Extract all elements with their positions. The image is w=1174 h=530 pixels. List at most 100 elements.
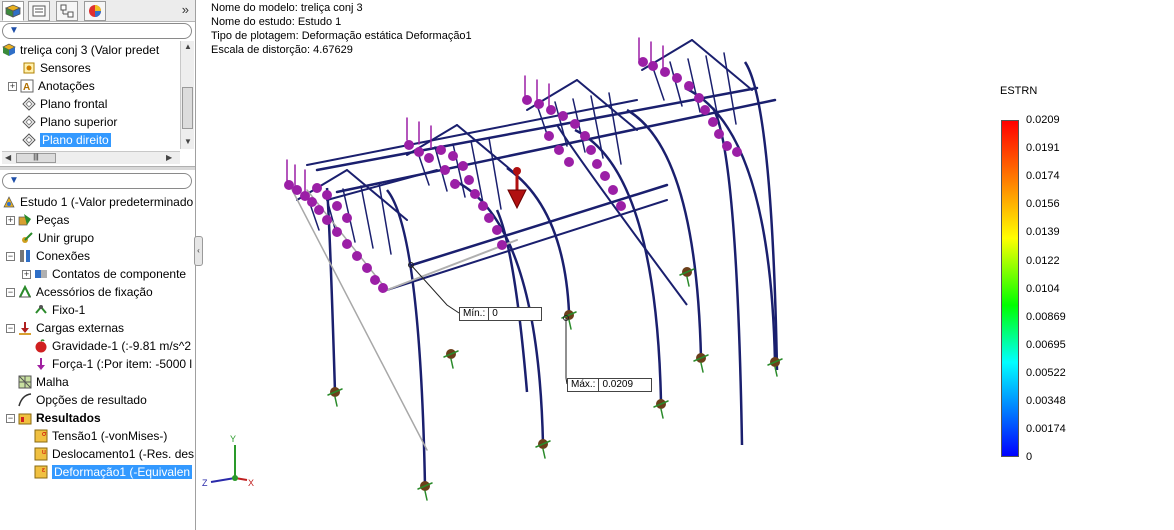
frame-column — [711, 107, 744, 446]
feature-manager-tab[interactable] — [2, 1, 24, 21]
tree-item-for-a-1-por-item-5000-l[interactable]: Força-1 (:Por item: -5000 l — [34, 355, 192, 373]
fixture-arrow — [568, 319, 572, 330]
fixture-arrow — [700, 362, 704, 373]
panel-splitter[interactable] — [0, 166, 195, 170]
load-marker — [660, 67, 670, 77]
study-tree-filter[interactable]: ▼ — [2, 173, 192, 189]
tree-item-label: Plano superior — [40, 115, 118, 129]
scroll-thumb[interactable] — [182, 87, 193, 129]
tree-item-label: Resultados — [36, 411, 101, 425]
load-marker — [312, 183, 322, 193]
svg-text:u: u — [42, 449, 46, 456]
web-member — [488, 137, 502, 210]
collapse-node-icon[interactable]: − — [6, 413, 15, 423]
load-marker — [342, 239, 352, 249]
load-marker — [370, 275, 380, 285]
expand-node-icon[interactable]: + — [6, 215, 15, 225]
tree-item-op-es-de-resultado[interactable]: Opções de resultado — [18, 391, 147, 409]
tree-item-plano-superior[interactable]: Plano superior — [22, 113, 117, 131]
tree-item-fixo-1[interactable]: Fixo-1 — [34, 301, 85, 319]
max-label: Máx.: — [568, 379, 600, 391]
model-tree-horizontal-scrollbar[interactable]: ◀ ||| ▶ — [2, 151, 180, 164]
tree-item-cargas-externas[interactable]: − Cargas externas — [6, 319, 124, 337]
tree-item-label: treliça conj 3 (Valor predet — [20, 43, 160, 57]
svg-text:σ: σ — [42, 431, 47, 438]
tree-item-treli-a-conj-3-valor-predet[interactable]: treliça conj 3 (Valor predet — [2, 41, 159, 59]
load-marker — [714, 129, 724, 139]
rafter — [576, 79, 638, 131]
collapse-node-icon[interactable]: − — [6, 251, 15, 261]
expand-node-icon[interactable]: + — [22, 269, 31, 279]
load-marker — [484, 213, 494, 223]
scroll-thumb-horizontal[interactable]: ||| — [16, 153, 56, 163]
load-marker — [700, 105, 710, 115]
scroll-right-icon[interactable]: ▶ — [166, 153, 172, 162]
scroll-up-icon[interactable]: ▲ — [184, 42, 192, 51]
tree-item-label: Malha — [36, 375, 69, 389]
load-marker — [684, 81, 694, 91]
tree-item-gravidade-1-9-81-m-s-2[interactable]: Gravidade-1 (:-9.81 m/s^2 — [34, 337, 191, 355]
collapse-node-icon[interactable]: − — [6, 287, 15, 297]
feature-tree-filter[interactable]: ▼ — [2, 23, 192, 39]
max-probe-label[interactable]: Máx.: 0.0209 — [567, 378, 653, 392]
tree-item-malha[interactable]: Malha — [18, 373, 69, 391]
svg-text:A: A — [23, 82, 30, 93]
load-marker — [616, 201, 626, 211]
model-tree-vertical-scrollbar[interactable]: ▲ ▼ — [180, 41, 194, 149]
legend-colorbar[interactable] — [1001, 120, 1019, 457]
scroll-left-icon[interactable]: ◀ — [5, 153, 11, 162]
tree-item-conex-es[interactable]: − Conexões — [6, 247, 90, 265]
frame-column — [386, 189, 427, 487]
scroll-down-icon[interactable]: ▼ — [184, 137, 192, 146]
tree-item-resultados[interactable]: − Resultados — [6, 409, 101, 427]
force-arrow-icon — [507, 167, 527, 210]
configuration-manager-tab[interactable] — [56, 1, 78, 21]
load-marker — [608, 185, 618, 195]
load-marker — [450, 179, 460, 189]
legend-tick-label: 0.00174 — [1026, 423, 1066, 436]
y-axis-label: Y — [230, 434, 236, 444]
load-marker — [492, 225, 502, 235]
tree-item-plano-direito[interactable]: Plano direito — [22, 131, 111, 149]
graphics-viewport[interactable]: Nome do modelo: treliça conj 3 Nome do e… — [197, 0, 1174, 530]
tree-item-sensores[interactable]: Sensores — [22, 59, 91, 77]
load-marker — [580, 131, 590, 141]
tree-item-unir-grupo[interactable]: Unir grupo — [20, 229, 94, 247]
tree-item-label: Deformação1 (-Equivalen — [52, 465, 193, 479]
tree-item-contatos-de-componente[interactable]: + Contatos de componente — [22, 265, 186, 283]
min-probe-label[interactable]: Mín.: 0 — [459, 307, 543, 321]
load-marker — [570, 119, 580, 129]
property-manager-tab[interactable] — [28, 1, 50, 21]
web-member — [669, 61, 683, 107]
expand-panel-button[interactable]: » — [182, 2, 189, 17]
top-chord — [326, 169, 438, 201]
collapse-node-icon[interactable]: − — [6, 323, 15, 333]
tree-item-tens-o1-vonmises[interactable]: σ Tensão1 (-vonMises-) — [34, 427, 167, 445]
display-manager-tab[interactable] — [84, 1, 106, 21]
connections-icon — [18, 249, 32, 263]
tree-item-estudo-1-valor-predeterminado[interactable]: Estudo 1 (-Valor predeterminado — [2, 193, 193, 211]
tree-item-deforma-o1-equivalen[interactable]: ε Deformação1 (-Equivalen — [34, 463, 193, 481]
parts-icon — [18, 213, 32, 227]
result-options-icon — [18, 393, 32, 407]
axis-triad: Y Z X — [202, 434, 254, 488]
tree-item-anota-es[interactable]: + A Anotações — [8, 77, 95, 95]
fixture-arrow — [686, 276, 690, 287]
annotation-icon: A — [20, 79, 34, 93]
load-marker — [694, 93, 704, 103]
tree-item-label: Opções de resultado — [36, 393, 147, 407]
collapse-panel-handle[interactable]: ‹ — [194, 236, 203, 266]
tree-item-label: Cargas externas — [36, 321, 125, 335]
property-manager-icon — [32, 5, 46, 17]
truss-model-view[interactable]: Y Z X — [197, 0, 977, 530]
tree-item-deslocamento1-res-des[interactable]: u Deslocamento1 (-Res. des — [34, 445, 194, 463]
min-label: Mín.: — [460, 308, 490, 320]
tree-item-pe-as[interactable]: + Peças — [6, 211, 69, 229]
configuration-manager-icon — [60, 4, 74, 18]
load-marker — [332, 201, 342, 211]
tree-item-acess-rios-de-fixa-o[interactable]: − Acessórios de fixação — [6, 283, 153, 301]
expand-node-icon[interactable]: + — [8, 81, 17, 91]
max-value: 0.0209 — [602, 379, 634, 390]
load-marker — [332, 227, 342, 237]
tree-item-plano-frontal[interactable]: Plano frontal — [22, 95, 107, 113]
